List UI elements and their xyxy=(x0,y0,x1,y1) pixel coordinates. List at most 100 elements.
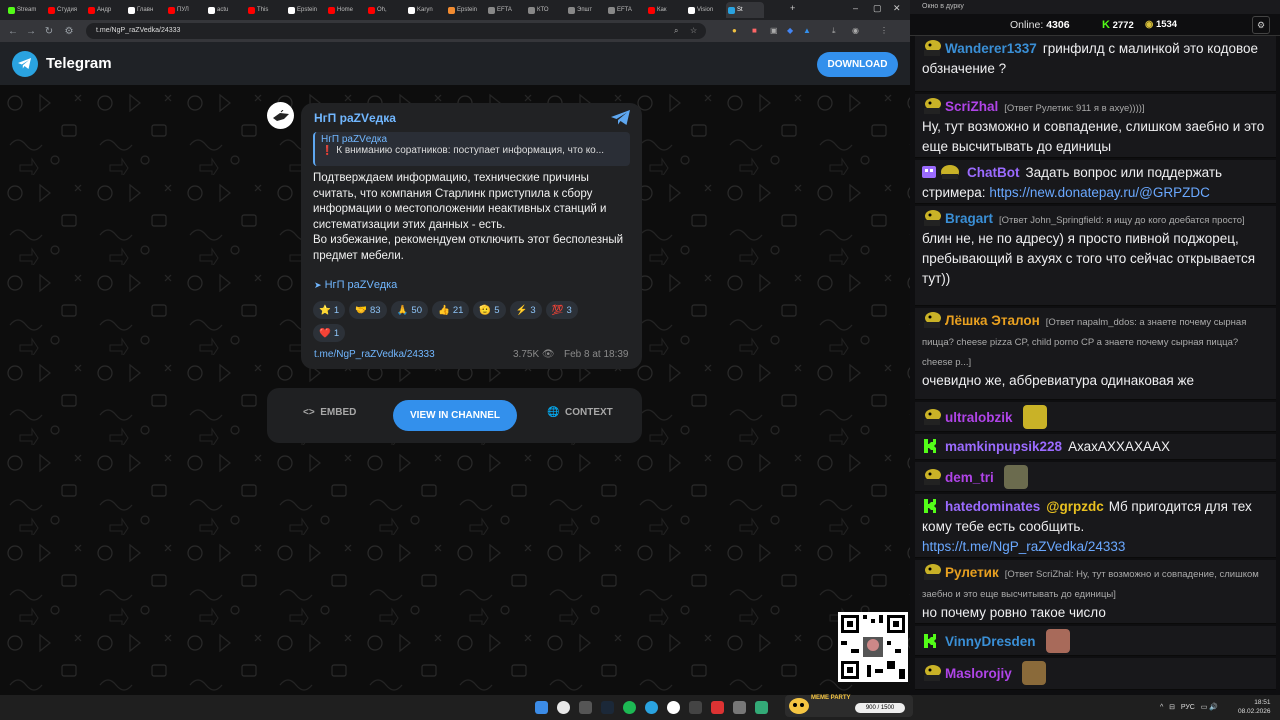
reaction-button[interactable]: 💯 3 xyxy=(545,301,578,319)
code-icon: <> xyxy=(303,407,315,418)
browser-tab[interactable]: EFTA xyxy=(486,2,524,18)
minimize-button[interactable]: – xyxy=(853,3,858,13)
chat-username[interactable]: Bragart xyxy=(945,211,993,226)
browser-tab[interactable]: Epstein xyxy=(286,2,324,18)
extension-icon[interactable]: ▣ xyxy=(770,26,778,35)
view-in-channel-button[interactable]: VIEW IN CHANNEL xyxy=(393,400,517,431)
reload-icon[interactable]: ↻ xyxy=(42,26,56,37)
profile-icon[interactable]: ◉ xyxy=(852,26,859,35)
browser-tab[interactable]: This xyxy=(246,2,284,18)
reaction-emoji: 🤝 xyxy=(355,304,367,316)
spotify-icon[interactable] xyxy=(623,701,636,714)
close-window-button[interactable]: ✕ xyxy=(893,3,901,14)
reaction-button[interactable]: 🫡 5 xyxy=(473,301,506,319)
chat-username[interactable]: ultralobzik xyxy=(945,410,1013,425)
chat-username[interactable]: ChatBot xyxy=(967,165,1020,180)
app-icon[interactable] xyxy=(711,701,724,714)
extension-icon[interactable]: ▲ xyxy=(803,26,811,35)
post-link[interactable]: t.me/NgP_raZVedka/24333 xyxy=(314,349,435,360)
chat-username[interactable]: mamkinpupsik228 xyxy=(945,439,1062,454)
browser-tab[interactable]: EFTA xyxy=(606,2,644,18)
browser-tab[interactable]: Home xyxy=(326,2,364,18)
app-icon[interactable] xyxy=(733,701,746,714)
reply-quote[interactable]: НгП раZVедка ❗ К вниманию соратников: по… xyxy=(313,132,630,166)
chrome-icon[interactable] xyxy=(557,701,570,714)
chat-window-title: Окно в дурку xyxy=(910,0,1280,14)
chat-username[interactable]: VinnyDresden xyxy=(945,634,1036,649)
tune-icon[interactable]: ⚙ xyxy=(62,26,76,37)
obs-icon[interactable] xyxy=(667,701,680,714)
clock[interactable]: 18:51 08.02.2026 xyxy=(1238,698,1271,716)
browser-tab[interactable]: ПУЛ xyxy=(166,2,204,18)
chat-link[interactable]: https://new.donatepay.ru/@GRPZDC xyxy=(989,185,1210,200)
zoom-icon[interactable]: ⌕ xyxy=(674,26,678,36)
browser-tab[interactable]: Андр xyxy=(86,2,124,18)
chat-username[interactable]: Рулетик xyxy=(945,565,999,580)
settings-gear-icon[interactable]: ⚙ xyxy=(1252,16,1270,34)
browser-tab[interactable]: Студия xyxy=(46,2,84,18)
reaction-count: 5 xyxy=(494,304,500,316)
chat-emote-image xyxy=(1021,661,1046,685)
extension-icon[interactable]: ◆ xyxy=(787,26,793,35)
chat-mention[interactable]: @grpzdc xyxy=(1046,499,1103,514)
reaction-button[interactable]: 👍 21 xyxy=(431,301,470,319)
extension-icon[interactable]: ■ xyxy=(752,26,757,35)
app-icon[interactable] xyxy=(755,701,768,714)
download-icon[interactable]: ⤓ xyxy=(832,26,836,36)
browser-tab[interactable]: St xyxy=(726,2,764,18)
reaction-count: 1 xyxy=(333,304,340,316)
channel-avatar[interactable] xyxy=(267,102,294,129)
reaction-button[interactable]: 🙏 50 xyxy=(390,301,428,319)
reactions-row: ❤️ 1 xyxy=(313,324,346,342)
embed-button[interactable]: <> EMBED xyxy=(303,407,356,418)
chat-username[interactable]: hatedominates xyxy=(945,499,1040,514)
telegram-logo-icon[interactable] xyxy=(12,51,38,77)
windows-start-icon[interactable] xyxy=(535,701,548,714)
system-tray[interactable]: ^ ⊟ РУС ▭ 🔊 xyxy=(1160,703,1218,711)
reaction-button[interactable]: ⭐ 1 xyxy=(313,301,346,319)
maximize-button[interactable]: ▢ xyxy=(873,3,882,14)
telegram-content: НгП раZVедка НгП раZVедка ❗ К вниманию с… xyxy=(0,85,910,695)
chat-username[interactable]: dem_tri xyxy=(945,470,994,485)
browser-tab[interactable]: Epstein xyxy=(446,2,484,18)
bookmark-star-icon[interactable]: ☆ xyxy=(690,26,697,35)
context-button[interactable]: 🌐 CONTEXT xyxy=(547,407,613,418)
new-tab-button[interactable]: + xyxy=(790,3,795,13)
app-icon[interactable] xyxy=(689,701,702,714)
download-button[interactable]: DOWNLOAD xyxy=(817,52,898,77)
reaction-button[interactable]: 🤝 83 xyxy=(349,301,387,319)
reaction-button[interactable]: ⚡ 3 xyxy=(509,301,542,319)
post-text: Подтверждаем информацию, технические при… xyxy=(313,172,624,262)
browser-tab[interactable]: Oh, xyxy=(366,2,404,18)
back-icon[interactable]: ← xyxy=(6,26,20,37)
extension-icon[interactable]: ● xyxy=(732,26,737,35)
kick-badge-icon xyxy=(922,498,942,514)
url-input[interactable]: t.me/NgP_raZVedka/24333 xyxy=(86,23,706,39)
browser-tab[interactable]: Эпшт xyxy=(566,2,604,18)
post-signature[interactable]: ➤ НгП раZVедка xyxy=(314,279,397,291)
telegram-brand[interactable]: Telegram xyxy=(46,55,112,72)
language-indicator[interactable]: РУС xyxy=(1181,704,1195,711)
tab-label: Epstein xyxy=(297,7,318,13)
menu-icon[interactable]: ⋮ xyxy=(880,26,888,35)
chat-username[interactable]: ScriZhal xyxy=(945,99,998,114)
telegram-icon[interactable] xyxy=(645,701,658,714)
browser-tab[interactable]: Как xyxy=(646,2,684,18)
tab-label: Андр xyxy=(97,7,112,13)
tab-favicon-icon xyxy=(48,6,55,14)
explorer-icon[interactable] xyxy=(579,701,592,714)
chat-link[interactable]: https://t.me/NgP_raZVedka/24333 xyxy=(922,539,1125,554)
chat-username[interactable]: Maslorojiy xyxy=(945,666,1012,681)
browser-tab[interactable]: Stream xyxy=(6,2,44,18)
browser-tab[interactable]: Karyn xyxy=(406,2,444,18)
browser-tab[interactable]: Главн xyxy=(126,2,164,18)
reaction-button[interactable]: ❤️ 1 xyxy=(313,324,346,342)
browser-tab[interactable]: Vision xyxy=(686,2,724,18)
post-channel-name[interactable]: НгП раZVедка xyxy=(314,111,396,125)
browser-tab[interactable]: КТО xyxy=(526,2,564,18)
chat-username[interactable]: Лёшка Эталон xyxy=(945,313,1040,328)
forward-icon[interactable]: → xyxy=(24,26,38,37)
steam-icon[interactable] xyxy=(601,701,614,714)
browser-tab[interactable]: actu xyxy=(206,2,244,18)
chat-username[interactable]: Wanderer1337 xyxy=(945,41,1037,56)
